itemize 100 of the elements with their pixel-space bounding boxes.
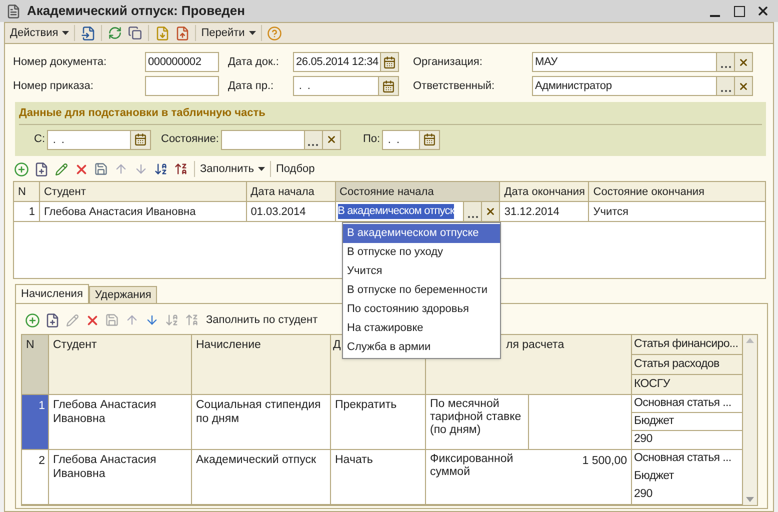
field-label: Состояние: — [161, 133, 219, 146]
dropdown-item[interactable]: Учится — [343, 262, 500, 281]
column-header[interactable]: Дата окончания — [500, 182, 590, 201]
dropdown-item[interactable]: В отпуске по беременности — [343, 281, 500, 300]
document-arrow-icon — [80, 26, 96, 40]
field-label: По: — [362, 133, 380, 146]
field-label: Ответственный: — [413, 80, 495, 92]
clear-icon — [738, 56, 749, 68]
clear-button[interactable] — [734, 77, 752, 95]
calendar-button[interactable] — [419, 130, 440, 148]
input-field[interactable]: . . — [293, 76, 399, 96]
input-field[interactable]: МАУ — [532, 52, 753, 72]
table-cell-text: Основная статья ... — [633, 451, 732, 466]
clear-button[interactable] — [734, 53, 752, 71]
arrow-down-icon — [134, 162, 148, 176]
plus-icon — [24, 312, 40, 328]
column-header[interactable]: Состояние начала — [336, 182, 500, 201]
pick-button[interactable]: Подбор — [274, 160, 317, 178]
table-cell: 31.12.2014 — [500, 202, 590, 221]
column-header[interactable]: N — [14, 182, 40, 201]
table-cell: По месячной тарифной ставке (по дням) — [426, 395, 529, 449]
clear-button[interactable] — [481, 202, 500, 221]
calendar-icon — [423, 133, 436, 146]
table-cell-text: 290 — [633, 487, 654, 502]
scroll-down-icon — [746, 497, 754, 502]
scrollbar[interactable] — [742, 335, 757, 505]
table-cell: Глебова Анастасия Ивановна — [49, 395, 192, 449]
column-header[interactable]: Начисление — [196, 339, 261, 351]
calendar-icon — [383, 56, 396, 68]
dropdown-item[interactable]: На стажировке — [343, 319, 500, 338]
column-header[interactable]: N — [26, 339, 34, 351]
calendar-icon — [382, 80, 395, 92]
fill-menu[interactable]: Заполнить — [198, 160, 268, 178]
clear-button[interactable] — [322, 130, 340, 148]
document-plus-icon — [44, 312, 60, 328]
select-button[interactable] — [716, 53, 734, 71]
clear-icon — [326, 134, 337, 145]
tab[interactable]: Удержания — [88, 286, 158, 303]
group-title: Данные для подстановки в табличную часть — [19, 105, 762, 124]
row-number-cell: 1 — [22, 395, 49, 449]
column-header[interactable]: Д — [333, 339, 341, 351]
sort-descending-icon — [174, 162, 188, 176]
table-cell: Прекратить — [331, 395, 426, 449]
calendar-icon — [134, 133, 147, 146]
table-cell: Социальная стипендия по дням — [192, 395, 331, 449]
table-cell: Начать — [331, 450, 426, 504]
input-field[interactable] — [145, 76, 219, 96]
plus-icon — [14, 162, 28, 176]
column-header[interactable]: Студент — [53, 339, 97, 351]
table-cell: Глебова Анастасия Ивановна — [49, 450, 192, 504]
input-field[interactable]: 000000002 — [145, 52, 219, 72]
dropdown-item[interactable]: В академическом отпуске — [343, 224, 500, 243]
document-down-icon — [154, 26, 170, 40]
field-label: Номер документа: — [13, 56, 107, 68]
caret-icon — [248, 31, 256, 35]
input-field[interactable]: Администратор — [532, 76, 753, 96]
field-label: Номер приказа: — [13, 80, 94, 92]
tab[interactable]: Начисления — [15, 284, 89, 303]
close-icon — [756, 4, 770, 18]
column-header[interactable]: Состояние окончания — [589, 182, 766, 201]
calendar-button[interactable] — [130, 130, 150, 148]
sort-descending-icon — [185, 313, 199, 327]
save-icon — [94, 162, 108, 176]
table-cell-text: Учится — [592, 205, 630, 220]
field-label: Дата пр.: — [228, 80, 274, 92]
calendar-button[interactable] — [380, 53, 398, 71]
dropdown-item[interactable]: Служба в армии — [343, 338, 500, 357]
table-cell: Глебова Анастасия Ивановна — [40, 202, 247, 221]
input-field[interactable]: . . — [47, 130, 151, 150]
column-header[interactable]: ля расчета — [506, 339, 564, 351]
input-field[interactable]: . . — [382, 130, 440, 150]
select-button[interactable] — [304, 130, 322, 148]
maximize-icon — [734, 6, 744, 16]
caret-icon — [258, 167, 266, 171]
row-number-cell: 2 — [22, 450, 49, 504]
fill-by-student-button[interactable]: Заполнить по студент — [202, 312, 322, 328]
pencil-icon — [66, 314, 78, 326]
document-up-icon — [174, 26, 190, 40]
input-field[interactable]: 26.05.2014 12:34 — [293, 52, 399, 72]
select-button[interactable] — [716, 77, 734, 95]
dropdown-item[interactable]: В отпуске по уходу — [343, 243, 500, 262]
actions-menu[interactable]: Действия — [8, 24, 72, 42]
dropdown-item[interactable]: По состоянию здоровья — [343, 300, 500, 319]
field-label: Дата док.: — [228, 56, 279, 68]
pencil-icon — [54, 162, 68, 176]
clear-icon — [738, 80, 749, 92]
column-header[interactable]: КОСГУ — [632, 375, 742, 394]
column-header[interactable]: Студент — [40, 182, 247, 201]
save-icon — [105, 313, 119, 327]
table-cell-text: 290 — [633, 432, 654, 447]
table-cell: 01.03.2014 — [246, 202, 336, 221]
field-label: С: — [34, 133, 45, 146]
arrow-up-icon — [114, 162, 128, 176]
goto-menu[interactable]: Перейти — [199, 24, 258, 42]
select-button[interactable] — [463, 202, 482, 221]
input-field[interactable] — [220, 130, 341, 150]
column-header[interactable]: Дата начала — [246, 182, 336, 201]
minimize-icon — [710, 15, 720, 17]
document-icon — [6, 4, 21, 18]
calendar-button[interactable] — [378, 77, 398, 95]
